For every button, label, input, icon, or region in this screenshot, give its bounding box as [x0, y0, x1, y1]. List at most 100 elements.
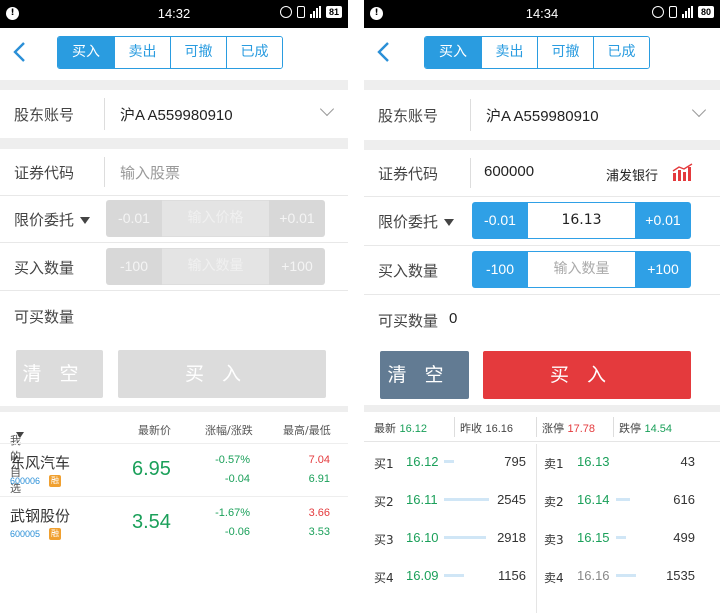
dropdown-arrow-icon: [16, 432, 24, 438]
col-last-price: 最新价: [138, 424, 171, 437]
change-percent: -1.67%: [215, 507, 250, 519]
tab-filled[interactable]: 已成: [226, 37, 282, 68]
ask-label: 卖2: [544, 495, 564, 509]
status-bar: ! 14:34 80: [364, 0, 720, 28]
change-amount: -0.04: [224, 473, 250, 485]
qty-row: 买入数量 -100 输入数量 +100: [0, 243, 348, 290]
qty-minus-button[interactable]: -100: [106, 248, 162, 285]
watchlist-header: 我的自选 最新价 涨幅/涨跌 最高/最低: [10, 424, 331, 495]
high-price: 3.66: [308, 507, 330, 519]
tab-sell[interactable]: 卖出: [114, 37, 170, 68]
stock-code-input[interactable]: 600000: [484, 163, 534, 180]
tab-filled[interactable]: 已成: [593, 37, 649, 68]
bid-volume: 2918: [497, 530, 526, 545]
stock-code: 600006: [10, 476, 41, 486]
back-icon[interactable]: [374, 40, 398, 64]
qty-stepper: -100 输入数量 +100: [106, 248, 325, 285]
top-bar: 买入 卖出 可撤 已成: [0, 28, 348, 80]
price-minus-button[interactable]: -0.01: [106, 200, 162, 237]
ask-price[interactable]: 16.14: [577, 492, 610, 507]
tab-cancelable[interactable]: 可撤: [170, 37, 226, 68]
tab-buy[interactable]: 买入: [58, 37, 114, 68]
vibrate-icon: [668, 6, 677, 18]
bid-volume-bar: [444, 460, 454, 463]
account-row[interactable]: 股东账号 沪A A559980910: [0, 90, 348, 138]
clear-button[interactable]: 清空: [380, 351, 469, 399]
available-row: 可买数量 0: [364, 295, 720, 341]
last-price: 3.54: [132, 511, 171, 533]
col-high-low: 最高/最低: [283, 424, 331, 437]
qty-plus-button[interactable]: +100: [635, 251, 691, 288]
signal-icon: [681, 6, 693, 18]
bid-volume: 1156: [498, 568, 526, 583]
divider: [364, 405, 720, 412]
divider: [0, 138, 348, 149]
orderbook-row: 买3 16.10 2918 卖3 16.15 499: [364, 519, 720, 557]
alarm-icon: [279, 6, 292, 18]
bid-price[interactable]: 16.10: [406, 530, 439, 545]
available-value: 0: [449, 310, 458, 327]
tab-sell[interactable]: 卖出: [481, 37, 537, 68]
qty-stepper: -100 输入数量 +100: [472, 251, 691, 288]
clear-button[interactable]: 清空: [16, 350, 103, 398]
qty-minus-button[interactable]: -100: [472, 251, 528, 288]
watchlist-row[interactable]: 东风汽车 600006 融 6.95 -0.57% -0.04 7.04 6.9…: [0, 443, 348, 496]
qty-input[interactable]: 输入数量: [162, 248, 269, 285]
ask-volume: 499: [673, 530, 695, 545]
back-icon[interactable]: [10, 40, 34, 64]
price-plus-button[interactable]: +0.01: [269, 200, 325, 237]
bid-price[interactable]: 16.09: [406, 568, 439, 583]
bid-label: 买1: [374, 457, 394, 471]
account-row[interactable]: 股东账号 沪A A559980910: [364, 90, 720, 140]
ask-price[interactable]: 16.16: [577, 568, 610, 583]
orderbook-row: 买4 16.09 1156 卖4 16.16 1535: [364, 557, 720, 595]
chevron-down-icon[interactable]: [691, 102, 707, 118]
high-price: 7.04: [308, 454, 330, 466]
chevron-down-icon[interactable]: [319, 101, 335, 117]
code-label: 证券代码: [14, 164, 75, 182]
top-bar: 买入 卖出 可撤 已成: [364, 28, 720, 80]
price-input[interactable]: 16.13: [528, 202, 635, 239]
change-amount: -0.06: [224, 526, 250, 538]
qty-input[interactable]: 输入数量: [528, 251, 635, 288]
price-type-select[interactable]: 限价委托: [14, 209, 91, 230]
divider: [364, 140, 720, 150]
margin-badge: 融: [49, 475, 61, 487]
trade-tabs: 买入 卖出 可撤 已成: [57, 36, 283, 69]
watchlist-row[interactable]: 武钢股份 600005 融 3.54 -1.67% -0.06 3.66 3.5…: [0, 496, 348, 549]
buy-button[interactable]: 买入: [483, 351, 691, 399]
ask-volume: 1535: [666, 568, 695, 583]
price-type-select[interactable]: 限价委托: [378, 211, 455, 232]
ask-volume-bar: [616, 574, 636, 577]
tab-buy[interactable]: 买入: [425, 37, 481, 68]
bid-volume: 795: [504, 454, 526, 469]
available-row: 可买数量: [0, 291, 348, 337]
tab-cancelable[interactable]: 可撤: [537, 37, 593, 68]
margin-badge: 融: [49, 528, 61, 540]
bid-label: 买3: [374, 533, 394, 547]
dropdown-arrow-icon: [80, 217, 91, 224]
bid-volume-bar: [444, 574, 464, 577]
bid-price[interactable]: 16.12: [406, 454, 439, 469]
stock-name: 东风汽车: [10, 454, 71, 472]
ask-price[interactable]: 16.15: [577, 530, 610, 545]
available-label: 可买数量: [378, 312, 439, 330]
ask-price[interactable]: 16.13: [577, 454, 610, 469]
price-minus-button[interactable]: -0.01: [472, 202, 528, 239]
qty-plus-button[interactable]: +100: [269, 248, 325, 285]
limit-up: 涨停 17.78: [542, 422, 596, 435]
qty-row: 买入数量 -100 输入数量 +100: [364, 246, 720, 294]
bid-price[interactable]: 16.11: [406, 492, 438, 507]
stock-name: 武钢股份: [10, 507, 71, 525]
stock-name: 浦发银行: [606, 169, 659, 184]
price-input[interactable]: 输入价格: [162, 200, 269, 237]
stock-code-input[interactable]: 输入股票: [120, 162, 180, 183]
ask-volume: 616: [673, 492, 695, 507]
trade-tabs: 买入 卖出 可撤 已成: [424, 36, 650, 69]
buy-button[interactable]: 买入: [118, 350, 326, 398]
account-label: 股东账号: [378, 107, 439, 125]
code-row: 证券代码 输入股票: [0, 149, 348, 195]
chart-icon[interactable]: [672, 163, 694, 181]
code-label: 证券代码: [378, 165, 439, 183]
price-plus-button[interactable]: +0.01: [635, 202, 691, 239]
